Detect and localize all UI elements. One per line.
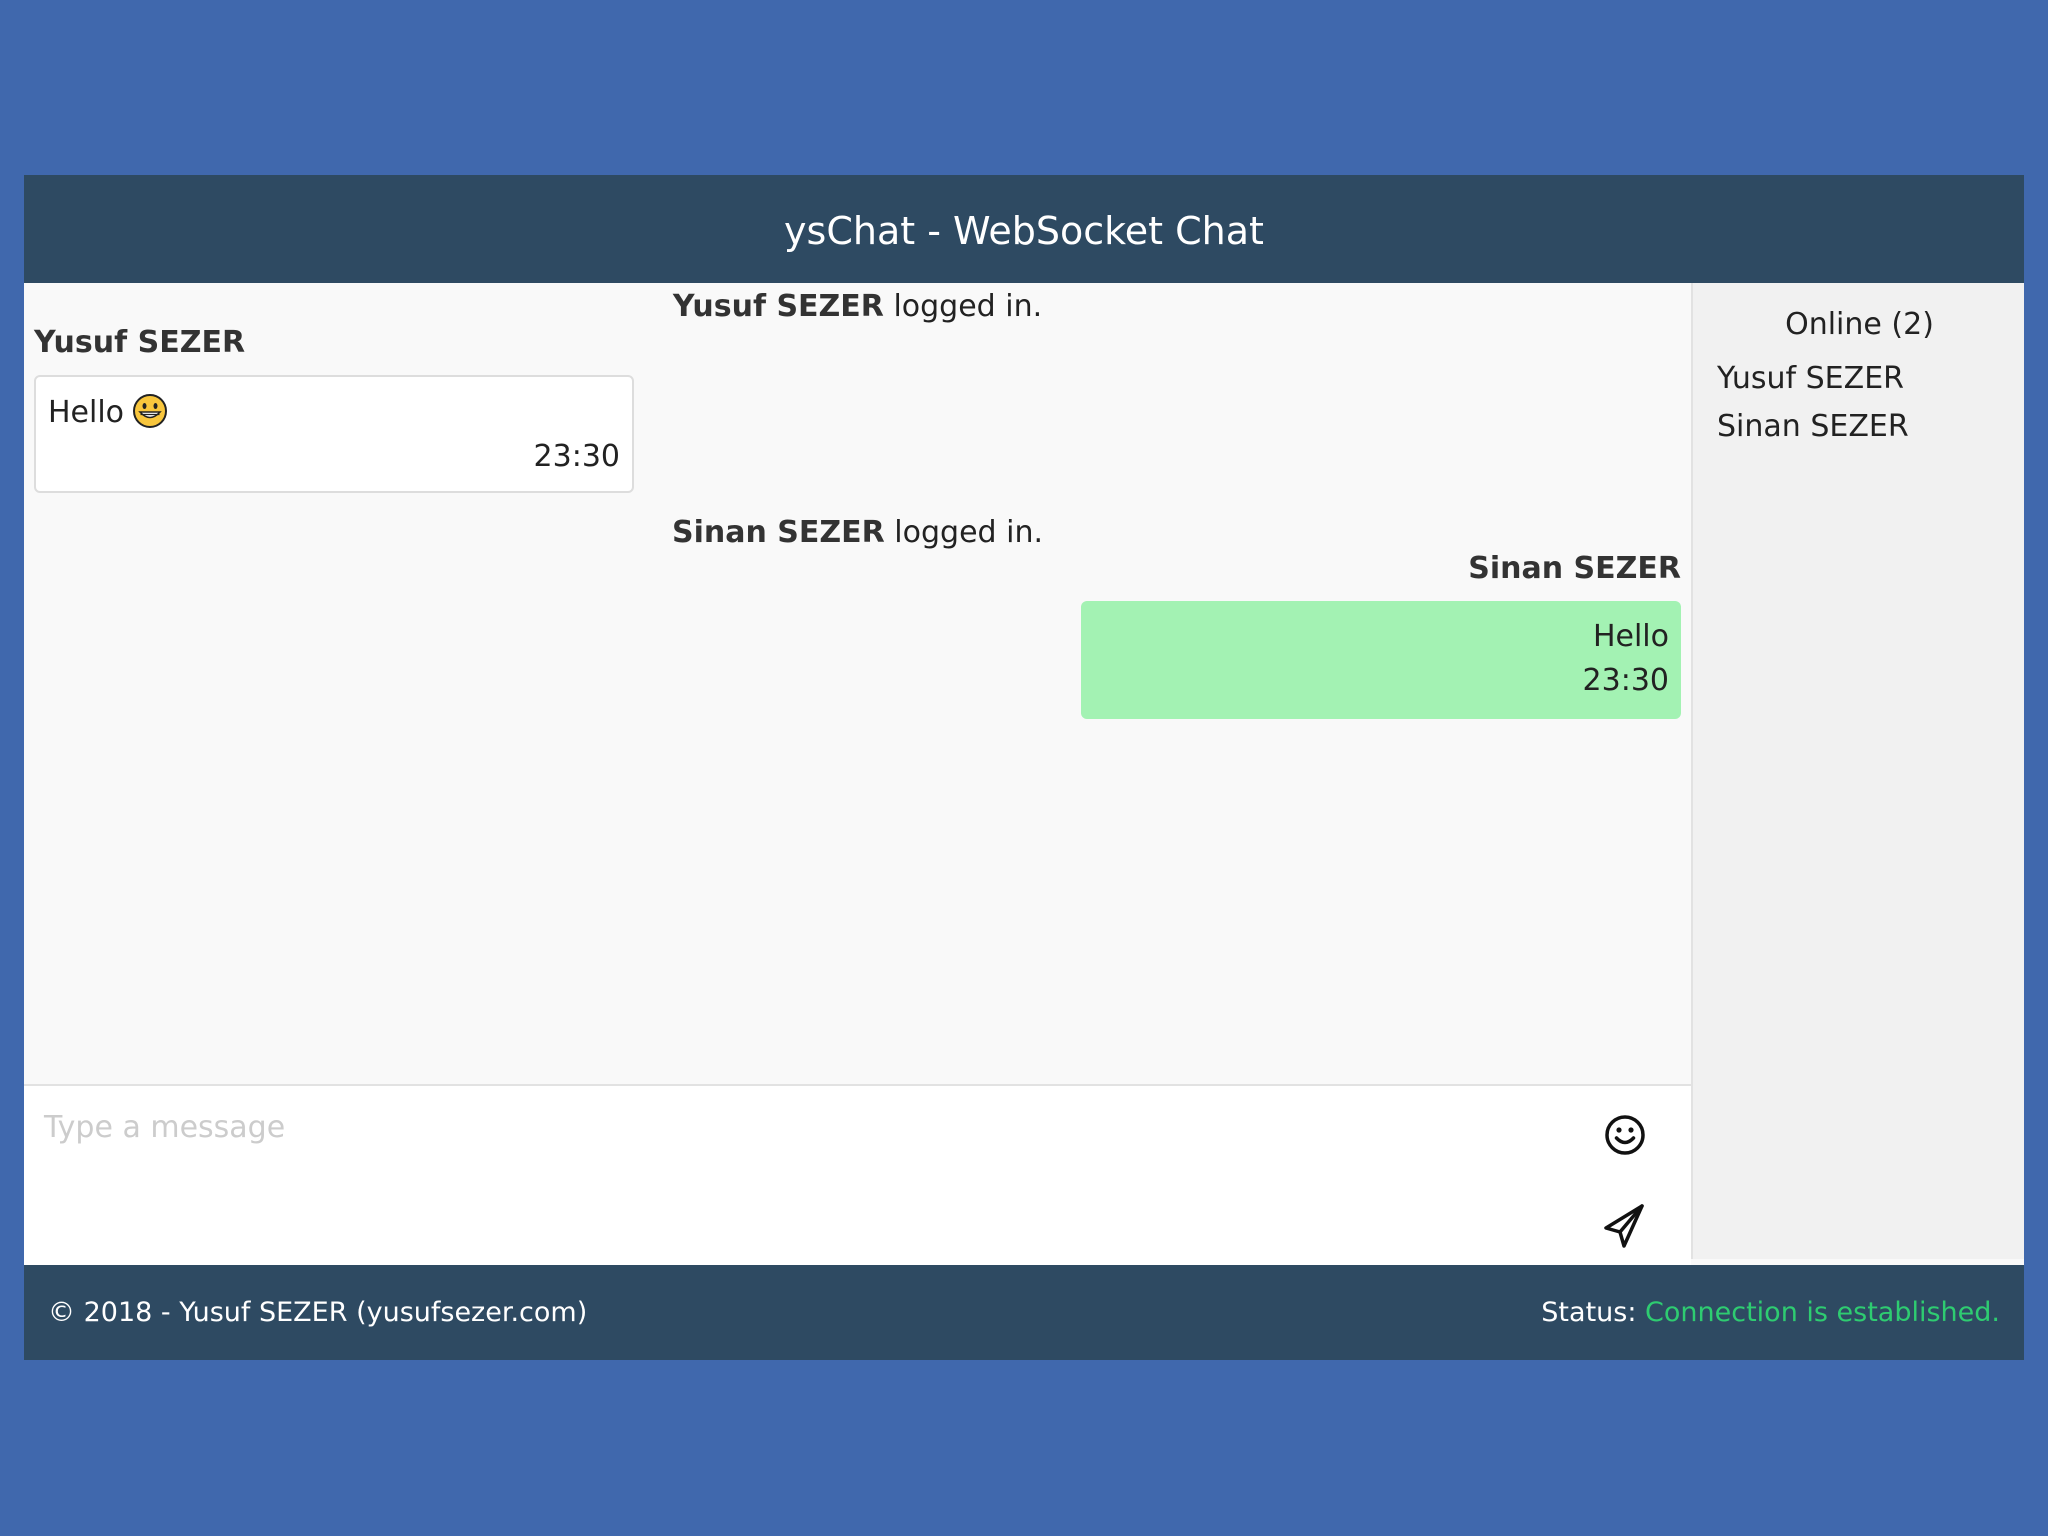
incoming-message: Hello 23:30	[34, 375, 634, 493]
user-list-item[interactable]: Yusuf SEZER	[1717, 355, 1909, 403]
message-sender: Sinan SEZER	[1468, 551, 1681, 586]
smiley-icon[interactable]	[1598, 1108, 1652, 1162]
message-list[interactable]: Yusuf SEZER logged in. Yusuf SEZER Hello…	[24, 283, 1691, 1084]
system-message-user: Sinan SEZER	[672, 515, 885, 550]
grinning-face-icon	[133, 393, 168, 428]
message-input[interactable]	[42, 1108, 1586, 1252]
outgoing-message: Hello 23:30	[1081, 601, 1681, 719]
app-header: ysChat - WebSocket Chat	[24, 175, 2024, 283]
message-body: Hello	[48, 391, 620, 435]
online-count: Online (2)	[1785, 307, 1934, 342]
composer	[24, 1084, 1691, 1268]
system-message-user: Yusuf SEZER	[672, 289, 884, 324]
online-users-panel: Online (2) Yusuf SEZER Sinan SEZER	[1691, 283, 2024, 1259]
status-label: Status:	[1541, 1297, 1637, 1328]
system-message: Sinan SEZER logged in.	[24, 515, 1691, 550]
system-message: Yusuf SEZER logged in.	[24, 289, 1691, 324]
message-text: Hello	[1592, 619, 1669, 654]
message-sender: Yusuf SEZER	[34, 325, 246, 360]
message-time: 23:30	[533, 439, 620, 474]
system-message-text: logged in.	[893, 289, 1043, 324]
app-title: ysChat - WebSocket Chat	[784, 209, 1264, 253]
user-list-item[interactable]: Sinan SEZER	[1717, 403, 1909, 451]
chat-app: ysChat - WebSocket Chat Yusuf SEZER logg…	[24, 175, 2024, 1360]
status-value: Connection is established.	[1645, 1297, 2000, 1328]
message-time: 23:30	[1582, 663, 1669, 698]
message-text: Hello	[48, 395, 125, 430]
connection-status: Status: Connection is established.	[1541, 1265, 2000, 1360]
app-footer: © 2018 - Yusuf SEZER (yusufsezer.com) St…	[24, 1265, 2024, 1360]
system-message-text: logged in.	[894, 515, 1043, 550]
user-list: Yusuf SEZER Sinan SEZER	[1717, 355, 1909, 451]
send-icon[interactable]	[1598, 1198, 1652, 1252]
chat-panel: Yusuf SEZER logged in. Yusuf SEZER Hello…	[24, 283, 1691, 1268]
copyright-text: © 2018 - Yusuf SEZER (yusufsezer.com)	[48, 1297, 588, 1328]
